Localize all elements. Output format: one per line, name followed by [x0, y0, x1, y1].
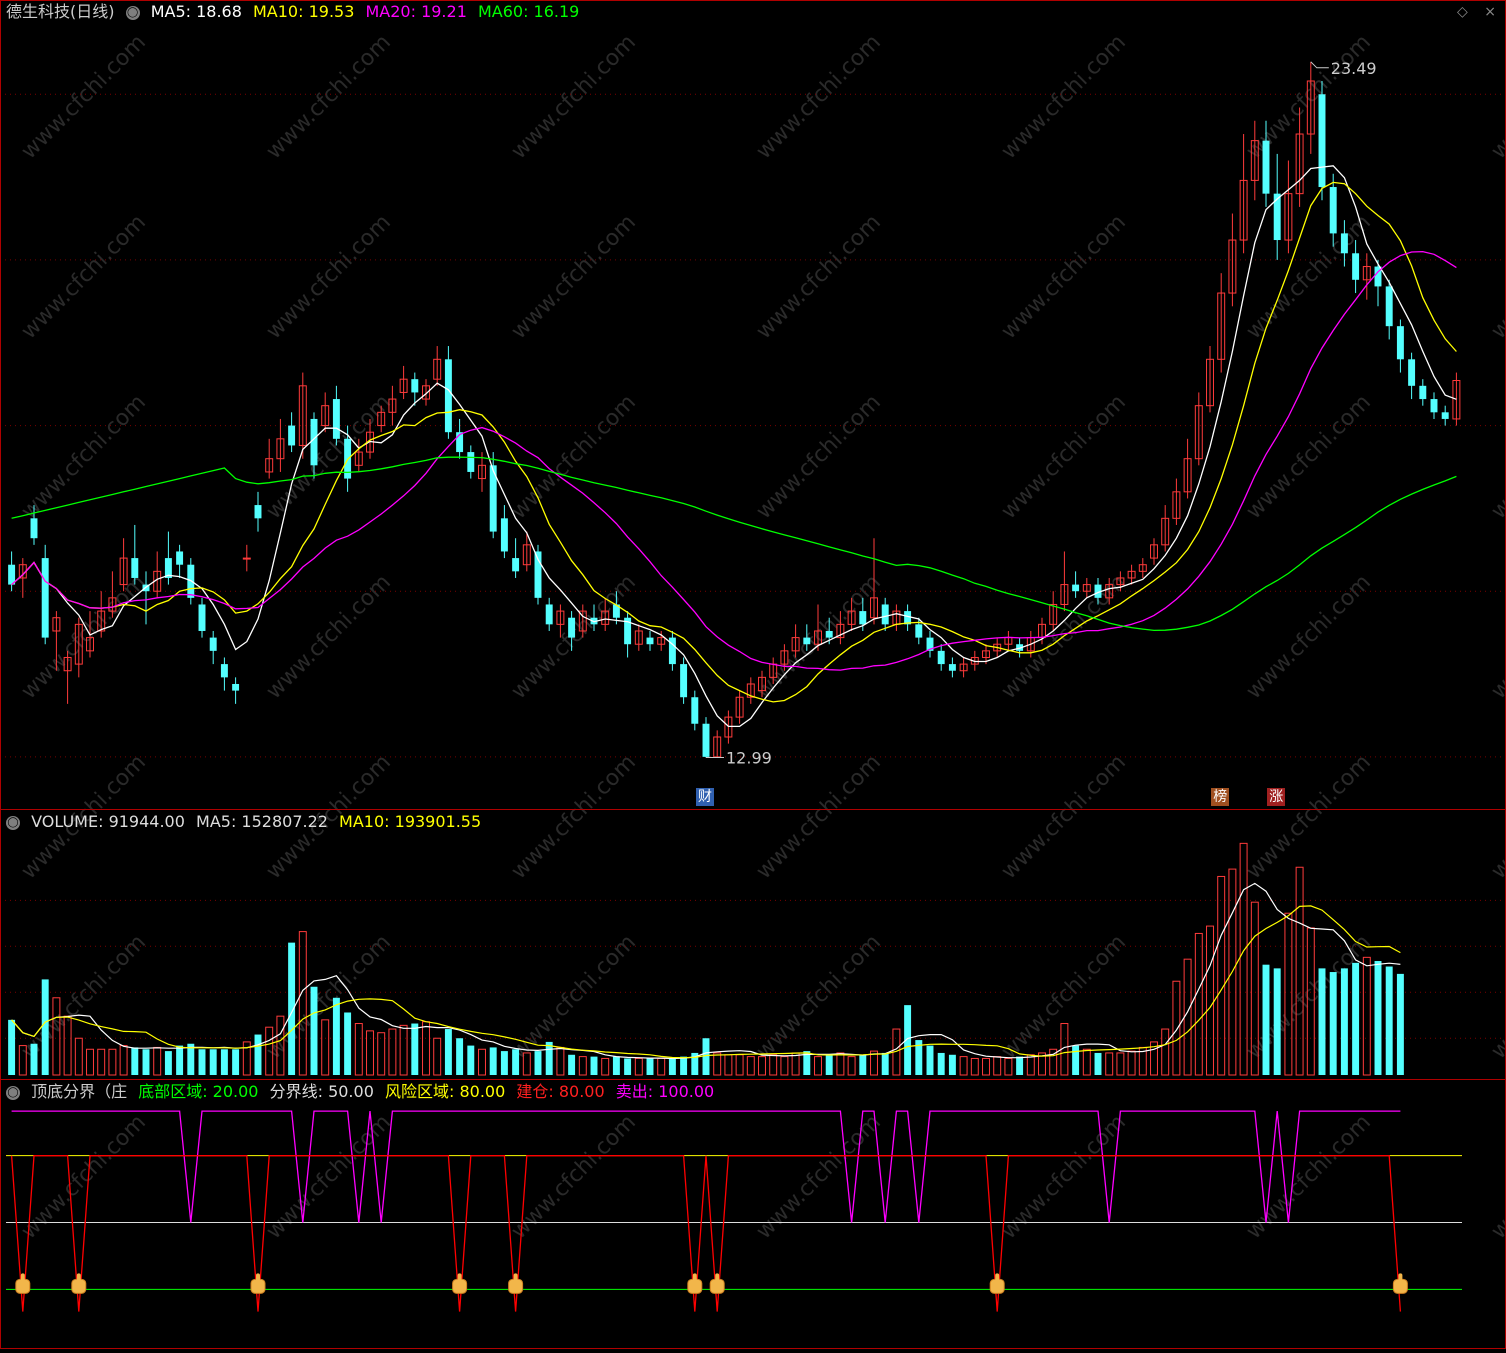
- vol-ma5-value: MA5: 152807.22: [196, 812, 328, 831]
- price-pane-border: [0, 0, 1506, 810]
- indicator-pane-border: [0, 1079, 1506, 1349]
- diamond-icon[interactable]: ◇: [1457, 4, 1468, 20]
- price-pane-header: 德生科技(日线) ◯ MA5: 18.68 MA10: 19.53 MA20: …: [6, 1, 585, 23]
- event-tag-earnings[interactable]: 财: [696, 788, 714, 806]
- settings-circle-icon[interactable]: ◯: [6, 1085, 20, 1100]
- settings-circle-icon[interactable]: ◯: [6, 815, 20, 830]
- volume-value: VOLUME: 91944.00: [31, 812, 185, 831]
- close-icon[interactable]: ×: [1484, 4, 1496, 20]
- build-position-value: 建仓: 80.00: [516, 1082, 605, 1101]
- sell-value: 卖出: 100.00: [615, 1082, 715, 1101]
- event-tag-limit-up[interactable]: 涨: [1267, 788, 1286, 806]
- ma20-value: MA20: 19.21: [365, 2, 467, 21]
- ma60-value: MA60: 16.19: [477, 2, 580, 21]
- stock-title[interactable]: 德生科技(日线): [6, 2, 115, 21]
- indicator-title[interactable]: 顶底分界（庄: [31, 1082, 127, 1101]
- event-tag-list[interactable]: 榜: [1211, 788, 1230, 806]
- ma10-value: MA10: 19.53: [253, 2, 355, 21]
- risk-zone-value: 风险区域: 80.00: [384, 1082, 506, 1101]
- volume-pane-border: [0, 809, 1506, 1080]
- settings-circle-icon[interactable]: ◯: [125, 5, 140, 20]
- chart-stage: www.cfchi.com www.cfchi.com www.cfchi.com w…: [0, 0, 1506, 1349]
- volume-pane-header: ◯ VOLUME: 91944.00 MA5: 152807.22 MA10: …: [6, 811, 487, 833]
- divider-value: 分界线: 50.00: [269, 1082, 374, 1101]
- bottom-zone-value: 底部区域: 20.00: [138, 1082, 259, 1101]
- ma5-value: MA5: 18.68: [150, 2, 242, 21]
- vol-ma10-value: MA10: 193901.55: [339, 812, 482, 831]
- window-controls: ◇ ×: [1457, 4, 1496, 20]
- indicator-pane-header: ◯ 顶底分界（庄 底部区域: 20.00 分界线: 50.00 风险区域: 80…: [6, 1081, 720, 1103]
